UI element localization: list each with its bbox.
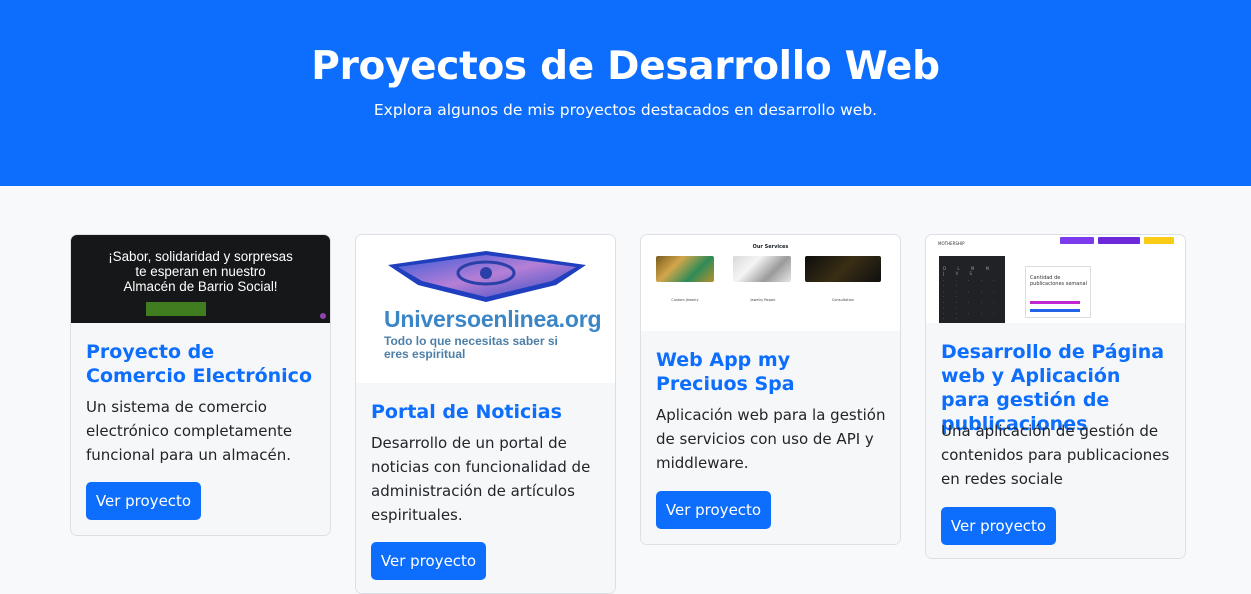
thumbnail-logo: MOTHERSHIP	[938, 241, 965, 246]
project-thumbnail[interactable]: Our Services Custom Jewelry Jewelry Repa…	[641, 235, 900, 331]
card-body: Portal de Noticias Desarrollo de un port…	[356, 383, 615, 593]
card-description: Desarrollo de un portal de noticias con …	[371, 434, 591, 524]
card-body: Desarrollo de Página web y Aplicación pa…	[926, 323, 1185, 558]
view-project-button[interactable]: Ver proyecto	[86, 482, 201, 520]
stats-panel-title: Cantidad de publicaciones semanal	[1030, 275, 1087, 287]
project-card-publications-app: MOTHERSHIP D L M M J V S · · · · · · · ·…	[925, 234, 1186, 559]
card-description: Aplicación web para la gestión de servic…	[656, 406, 886, 472]
card-body: Proyecto de Comercio Electrónico Un sist…	[71, 323, 330, 535]
page-subtitle: Explora algunos de mis proyectos destaca…	[373, 101, 878, 119]
project-card-news-portal: Universoenlinea.org Todo lo que necesita…	[355, 234, 616, 594]
thumbnail-pill	[1060, 237, 1094, 244]
view-project-button[interactable]: Ver proyecto	[941, 507, 1056, 545]
card-description: Una aplicación de gestión de contenidos …	[941, 422, 1170, 488]
card-body: Web App my Preciuos Spa Aplicación web p…	[641, 331, 900, 544]
calendar-widget: D L M M J V S · · · · · · · · · · · · · …	[939, 256, 1005, 323]
card-title: Portal de Noticias	[371, 401, 562, 423]
thumbnail-tagline: Todo lo que necesitas saber si eres espi…	[384, 334, 558, 361]
service-caption: Consultation	[831, 298, 855, 302]
project-thumbnail[interactable]: Universoenlinea.org Todo lo que necesita…	[356, 235, 615, 383]
thumbnail-text: ¡Sabor, solidaridad y sorpresas	[108, 249, 293, 264]
thumbnail-pill	[1144, 237, 1174, 244]
stats-panel: Cantidad de publicaciones semanal	[1025, 266, 1091, 318]
service-image	[656, 256, 714, 282]
stats-bar	[1030, 301, 1080, 304]
project-card-spa-app: Our Services Custom Jewelry Jewelry Repa…	[640, 234, 901, 545]
thumbnail-heading: Our Services	[752, 244, 789, 250]
project-thumbnail[interactable]: MOTHERSHIP D L M M J V S · · · · · · · ·…	[926, 235, 1185, 323]
view-project-button[interactable]: Ver proyecto	[656, 491, 771, 529]
chat-icon	[320, 313, 326, 319]
project-thumbnail[interactable]: ¡Sabor, solidaridad y sorpresas te esper…	[71, 235, 330, 323]
thumbnail-brand: Universoenlinea.org	[384, 306, 602, 332]
card-title: Web App my Preciuos Spa	[656, 349, 795, 395]
service-image	[805, 256, 881, 282]
stats-bar	[1030, 309, 1080, 312]
thumbnail-text: Almacén de Barrio Social!	[123, 279, 278, 294]
view-project-button[interactable]: Ver proyecto	[371, 542, 486, 580]
project-card-ecommerce: ¡Sabor, solidaridad y sorpresas te esper…	[70, 234, 331, 536]
thumbnail-pill	[1098, 237, 1140, 244]
hero-banner: Proyectos de Desarrollo Web Explora algu…	[0, 0, 1251, 186]
service-caption: Custom Jewelry	[671, 298, 699, 302]
thumbnail-link	[211, 302, 255, 316]
service-caption: Jewelry Repair	[750, 298, 776, 302]
page-title: Proyectos de Desarrollo Web	[311, 44, 940, 89]
thumbnail-button	[146, 302, 206, 316]
thumbnail-text: te esperan en nuestro	[135, 264, 266, 279]
card-title: Proyecto de Comercio Electrónico	[86, 341, 312, 387]
service-image	[733, 256, 791, 282]
card-description: Un sistema de comercio electrónico compl…	[86, 398, 293, 464]
